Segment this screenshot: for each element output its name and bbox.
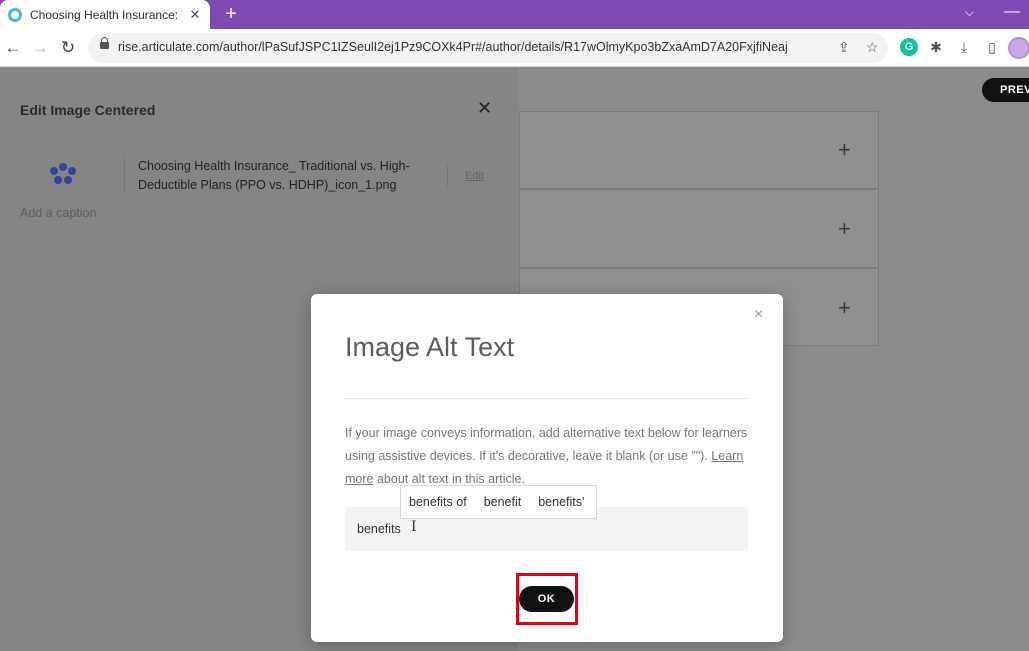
learn-more-rest: about alt text in this article.: [373, 472, 525, 486]
block-card: +: [519, 189, 879, 268]
download-icon[interactable]: ⤓: [955, 38, 973, 56]
extensions-icon[interactable]: ✱: [927, 38, 945, 56]
add-block-icon[interactable]: +: [838, 295, 851, 321]
divider: [345, 398, 748, 399]
reload-icon[interactable]: ↻: [57, 37, 79, 59]
suggestion-item[interactable]: benefit: [484, 495, 522, 509]
add-block-icon[interactable]: +: [838, 137, 851, 163]
preview-button[interactable]: PREV: [982, 78, 1029, 102]
description-text: If your image conveys information, add a…: [345, 426, 748, 463]
panel-title: Edit Image Centered: [20, 102, 156, 118]
tab-title: Choosing Health Insurance: Trad: [30, 7, 182, 22]
new-tab-icon[interactable]: +: [220, 3, 242, 25]
url-text[interactable]: rise.articulate.com/author/lPaSufJSPC1IZ…: [118, 40, 788, 54]
image-file-name: Choosing Health Insurance_ Traditional v…: [138, 159, 410, 192]
text-cursor-icon: I: [411, 519, 417, 535]
lock-icon: [100, 37, 109, 49]
profile-avatar[interactable]: [1008, 37, 1029, 59]
address-bar[interactable]: rise.articulate.com/author/lPaSufJSPC1IZ…: [88, 33, 888, 63]
alt-text-modal: × Image Alt Text If your image conveys i…: [311, 294, 783, 642]
grammarly-icon[interactable]: G: [900, 38, 918, 56]
browser-tab[interactable]: Choosing Health Insurance: Trad ✕: [0, 0, 210, 29]
ok-button[interactable]: OK: [519, 586, 574, 612]
modal-description: If your image conveys information, add a…: [345, 422, 755, 491]
minimize-icon[interactable]: —: [1004, 3, 1020, 21]
bookmark-star-icon[interactable]: ☆: [866, 39, 879, 56]
suggestion-item[interactable]: benefits of: [409, 495, 467, 509]
modal-close-icon[interactable]: ×: [754, 306, 763, 324]
people-group-icon[interactable]: [48, 163, 78, 187]
browser-toolbar: ← → ↻ rise.articulate.com/author/lPaSufJ…: [0, 29, 1029, 67]
suggestion-item[interactable]: benefits': [538, 495, 584, 509]
divider: [447, 165, 448, 187]
close-icon[interactable]: ✕: [477, 98, 492, 119]
divider: [124, 157, 125, 193]
add-block-icon[interactable]: +: [838, 216, 851, 242]
edit-image-link[interactable]: Edit: [465, 170, 484, 182]
tab-search-icon[interactable]: ⌵: [965, 5, 974, 20]
block-card: +: [519, 111, 879, 189]
autocomplete-suggestions: benefits of benefit benefits': [400, 485, 598, 519]
favicon-icon: [8, 7, 22, 22]
caption-input[interactable]: Add a caption: [20, 206, 96, 220]
tab-strip: Choosing Health Insurance: Trad ✕ + ⌵ —: [0, 0, 1029, 29]
back-icon[interactable]: ←: [2, 37, 24, 59]
forward-icon[interactable]: →: [29, 37, 51, 59]
side-panel-icon[interactable]: ▯: [983, 38, 1001, 56]
modal-title: Image Alt Text: [345, 332, 515, 362]
tab-close-icon[interactable]: ✕: [188, 7, 202, 23]
share-icon[interactable]: ⇪: [838, 39, 850, 56]
alt-text-value: benefits: [357, 522, 401, 536]
